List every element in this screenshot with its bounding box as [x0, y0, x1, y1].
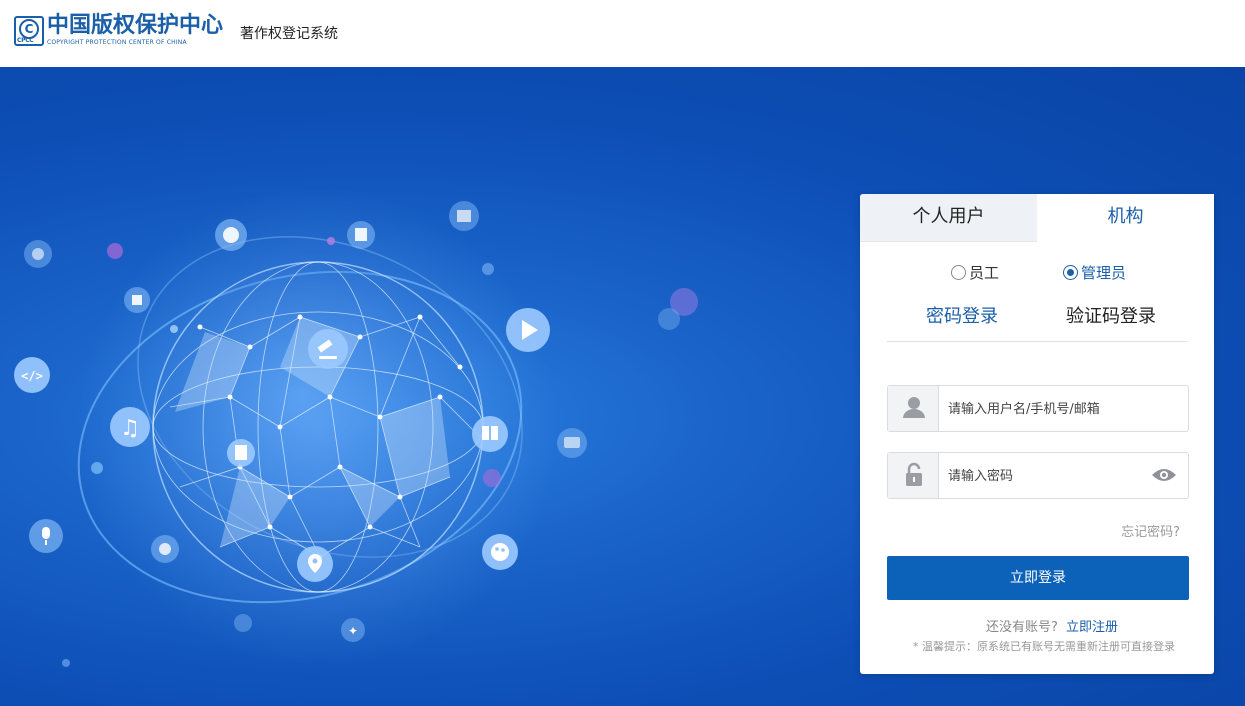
tab-organization[interactable]: 机构	[1037, 194, 1214, 242]
password-login-tab[interactable]: 密码登录	[926, 302, 998, 328]
gavel-icon	[308, 329, 348, 369]
mask-icon	[151, 535, 179, 563]
lock-icon	[888, 453, 939, 498]
dancer-icon: ✦	[341, 618, 365, 642]
divider	[887, 341, 1187, 342]
music-icon: ♫	[110, 407, 150, 447]
user-icon	[888, 386, 939, 431]
cube-icon	[124, 287, 150, 313]
role-staff-label: 员工	[969, 264, 1000, 282]
svg-text:</>: </>	[21, 369, 43, 383]
password-input[interactable]	[948, 465, 1148, 487]
radio-checked-icon	[1063, 265, 1078, 280]
role-admin-label: 管理员	[1081, 264, 1127, 282]
user-type-tabs: 个人用户 机构	[860, 194, 1214, 242]
film-reel-icon	[215, 219, 247, 251]
palette-icon	[482, 534, 518, 570]
tab-personal-user[interactable]: 个人用户	[860, 194, 1037, 242]
login-card: 个人用户 机构 员工 管理员 密码登录 验证码登录 请输入用户名/手机号/邮箱 …	[860, 194, 1214, 674]
logo-chinese-name: 中国版权保护中心	[47, 13, 224, 38]
register-link[interactable]: 立即注册	[1066, 620, 1118, 635]
camera-icon	[557, 428, 587, 458]
eye-icon[interactable]	[1151, 466, 1177, 484]
bookmark-icon	[227, 439, 255, 467]
login-button[interactable]: 立即登录	[887, 556, 1189, 600]
username-input[interactable]	[948, 398, 1148, 420]
register-question: 还没有账号?	[986, 620, 1058, 635]
top-header: C CPCC 中国版权保护中心 COPYRIGHT PROTECTION CEN…	[0, 0, 1245, 67]
play-icon	[506, 308, 550, 352]
system-title: 著作权登记系统	[240, 26, 338, 42]
code-icon: </>	[14, 357, 50, 393]
book-icon	[472, 416, 508, 452]
copyright-icon: C CPCC	[14, 16, 44, 46]
building-icon	[347, 221, 375, 249]
cpcc-logo[interactable]: C CPCC 中国版权保护中心 COPYRIGHT PROTECTION CEN…	[14, 14, 224, 48]
role-staff-radio[interactable]: 员工	[951, 262, 999, 283]
username-field	[887, 385, 1189, 432]
register-row: 还没有账号? 立即注册	[860, 616, 1214, 635]
password-field	[887, 452, 1189, 499]
location-icon	[297, 546, 333, 582]
image-icon	[449, 201, 479, 231]
role-admin-radio[interactable]: 管理员	[1063, 262, 1126, 283]
svg-text:✦: ✦	[348, 624, 358, 638]
code-login-tab[interactable]: 验证码登录	[1066, 302, 1156, 328]
warm-tip: * 温馨提示：原系统已有账号无需重新注册可直接登录	[913, 640, 1175, 653]
compass-icon	[24, 240, 52, 268]
radio-unchecked-icon	[951, 265, 966, 280]
svg-text:♫: ♫	[120, 416, 140, 441]
microphone-icon	[29, 519, 63, 553]
forgot-password-link[interactable]: 忘记密码?	[1121, 521, 1180, 540]
logo-english-name: COPYRIGHT PROTECTION CENTER OF CHINA	[47, 39, 187, 46]
